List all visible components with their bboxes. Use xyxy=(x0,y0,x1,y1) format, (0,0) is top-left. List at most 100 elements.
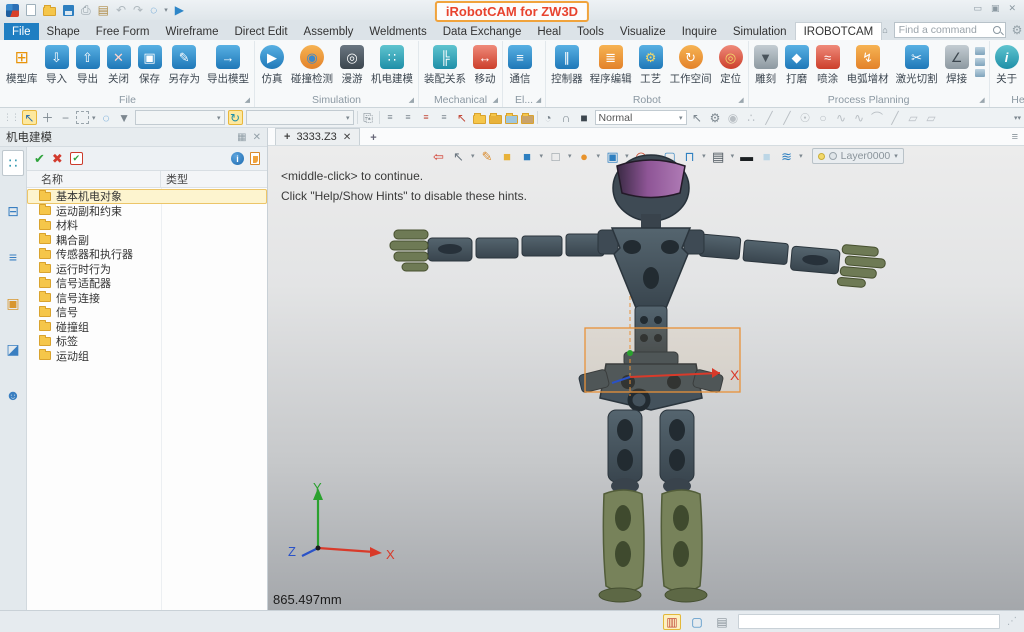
grind-button[interactable]: 打磨 xyxy=(782,44,812,87)
simulation-dialog-launcher[interactable]: ◢ xyxy=(409,96,414,104)
weld-button[interactable]: 焊接 xyxy=(942,44,972,87)
tab-wireframe[interactable]: Wireframe xyxy=(157,23,226,40)
tab-weldments[interactable]: Weldments xyxy=(361,23,434,40)
collapse-ribbon-icon[interactable]: ⌂ xyxy=(882,25,887,35)
remove-selection-icon[interactable]: − xyxy=(58,110,73,125)
column-name[interactable]: 名称 xyxy=(27,171,161,187)
marquee-select-icon[interactable] xyxy=(76,111,89,124)
new-file-icon[interactable] xyxy=(26,4,36,16)
tab-direct-edit[interactable]: Direct Edit xyxy=(227,23,296,40)
filter-icon[interactable]: ▼ xyxy=(117,110,132,125)
selection-filter-icon[interactable]: ◌ xyxy=(150,4,157,16)
mechanical-dialog-launcher[interactable]: ◢ xyxy=(493,96,498,104)
tab-shape[interactable]: Shape xyxy=(39,23,88,40)
material-swatch-icon[interactable]: ■ xyxy=(577,110,592,125)
tab-close-icon[interactable]: ✕ xyxy=(343,132,351,143)
document-tab[interactable]: + 3333.Z3 ✕ xyxy=(275,128,360,145)
style-combo[interactable]: Normal▾ xyxy=(595,110,687,125)
open-recent-icon[interactable] xyxy=(489,115,502,124)
panel-toggle-icon[interactable]: ▥ xyxy=(663,614,681,630)
tab-add-icon[interactable]: + xyxy=(284,131,290,143)
tree-item-tags[interactable]: 标签 xyxy=(27,334,267,349)
assembly-relation-button[interactable]: 装配关系 xyxy=(421,44,469,87)
tab-heal[interactable]: Heal xyxy=(529,23,569,40)
window-close-button[interactable]: ✕ xyxy=(1008,3,1016,14)
toolbar-overflow-chevron[interactable]: ▾▾ xyxy=(1014,114,1021,122)
cursor-settings-icon[interactable]: ⚙ xyxy=(708,110,723,125)
image-folder-icon[interactable] xyxy=(505,115,518,124)
undo-icon[interactable]: ↶ xyxy=(116,4,126,16)
tab-simulation[interactable]: Simulation xyxy=(725,23,795,40)
tree-item-joints-constraints[interactable]: 运动副和约束 xyxy=(27,204,267,219)
tab-irobotcam[interactable]: IROBOTCAM xyxy=(795,22,883,40)
tab-visualize[interactable]: Visualize xyxy=(612,23,674,40)
tree-item-basic-objects[interactable]: 基本机电对象 xyxy=(27,189,267,204)
list-tool-2-icon[interactable]: ≡ xyxy=(401,110,416,125)
column-type[interactable]: 类型 xyxy=(161,171,267,187)
archive-folder-icon[interactable] xyxy=(521,115,534,124)
assembly-tree-icon[interactable]: ⊟ xyxy=(2,200,24,222)
lasso-select-icon[interactable]: ◌ xyxy=(99,110,114,125)
window-minimize-button[interactable]: ▭ xyxy=(973,3,982,14)
export-model-button[interactable]: 导出模型 xyxy=(204,44,252,87)
selection-combo[interactable]: ▾ xyxy=(246,110,354,125)
process-button[interactable]: 工艺 xyxy=(636,44,666,87)
laser-cut-button[interactable]: 激光切割 xyxy=(893,44,941,87)
tab-list-icon[interactable]: ≡ xyxy=(1012,131,1018,143)
notes-folder-icon[interactable] xyxy=(473,115,486,124)
program-edit-button[interactable]: 程序编辑 xyxy=(587,44,635,87)
add-selection-icon[interactable]: ＋ xyxy=(40,110,55,125)
print-icon[interactable]: ⎙ xyxy=(81,4,91,16)
cancel-x-icon[interactable]: ✖ xyxy=(52,151,63,167)
tree-item-couplers[interactable]: 耦合副 xyxy=(27,233,267,248)
process-planning-extra-tools[interactable] xyxy=(973,44,987,80)
tree-item-sensors-actuators[interactable]: 传感器和执行器 xyxy=(27,247,267,262)
engrave-button[interactable]: 雕刻 xyxy=(751,44,781,87)
tree-item-collision-groups[interactable]: 碰撞组 xyxy=(27,320,267,335)
print-preview-icon[interactable]: ▤ xyxy=(98,4,109,16)
list-tool-3-icon[interactable]: ≡ xyxy=(419,110,434,125)
collision-detect-button[interactable]: 碰撞检测 xyxy=(288,44,336,87)
arc-additive-button[interactable]: 电弧增材 xyxy=(844,44,892,87)
save-as-button[interactable]: 另存为 xyxy=(166,44,204,87)
walkthrough-button[interactable]: 漫游 xyxy=(337,44,367,87)
panel-dock-icon[interactable]: ▦ xyxy=(237,132,246,143)
toolbar-drag-handle[interactable]: ⋮⋮ xyxy=(3,112,19,123)
tab-free-form[interactable]: Free Form xyxy=(88,23,158,40)
file-dialog-launcher[interactable]: ◢ xyxy=(245,96,250,104)
command-search-input[interactable]: Find a command xyxy=(894,22,1006,38)
window-maximize-button[interactable]: ▣ xyxy=(991,3,1000,14)
robot-dialog-launcher[interactable]: ◢ xyxy=(738,96,743,104)
electrical-dialog-launcher[interactable]: ◢ xyxy=(536,96,541,104)
visual-manager-icon[interactable]: ◪ xyxy=(2,338,24,360)
clipboard-icon[interactable]: ⎘ xyxy=(361,110,376,125)
export-button[interactable]: 导出 xyxy=(73,44,103,87)
viewport-canvas[interactable]: ⇦ ↖▾ ✎ ■ ■▾ □▾ ●▾ ▣▾ ◎▾ ▢ ⊓▾ ▤▾ ▬ ■ ≋▾ xyxy=(268,146,1024,610)
import-button[interactable]: 导入 xyxy=(42,44,72,87)
list-tool-1-icon[interactable]: ≡ xyxy=(383,110,398,125)
customize-qat-icon[interactable]: ▶ xyxy=(175,4,184,16)
view-manager-icon[interactable]: ▣ xyxy=(2,292,24,314)
communication-button[interactable]: 通信 xyxy=(505,44,535,87)
display-monitor-icon[interactable]: ▢ xyxy=(688,614,706,630)
model-library-button[interactable]: 模型库 xyxy=(3,44,41,87)
tab-file[interactable]: File xyxy=(4,23,39,40)
marquee-caret[interactable]: ▾ xyxy=(92,114,96,122)
extra-tool-icon[interactable] xyxy=(975,58,985,66)
pick-red-cursor-icon[interactable]: ↖ xyxy=(455,110,470,125)
tree-item-materials[interactable]: 材料 xyxy=(27,218,267,233)
window-layout-icon[interactable]: ▤ xyxy=(713,614,731,630)
mechatronics-tab-icon[interactable]: ∷ xyxy=(2,150,24,176)
tree-item-signals[interactable]: 信号 xyxy=(27,305,267,320)
tab-tools[interactable]: Tools xyxy=(569,23,612,40)
select-cursor-icon[interactable]: ↖ xyxy=(690,110,705,125)
tree-item-signal-adapters[interactable]: 信号适配器 xyxy=(27,276,267,291)
tab-data-exchange[interactable]: Data Exchange xyxy=(435,23,530,40)
filter-combo[interactable]: ▾ xyxy=(135,110,225,125)
user-role-icon[interactable]: ☻ xyxy=(2,384,24,406)
controller-button[interactable]: 控制器 xyxy=(548,44,586,87)
mechatronics-button[interactable]: 机电建模 xyxy=(368,44,416,87)
history-manager-icon[interactable]: ≡ xyxy=(2,246,24,268)
process-planning-dialog-launcher[interactable]: ◢ xyxy=(979,96,984,104)
close-file-button[interactable]: 关闭 xyxy=(104,44,134,87)
